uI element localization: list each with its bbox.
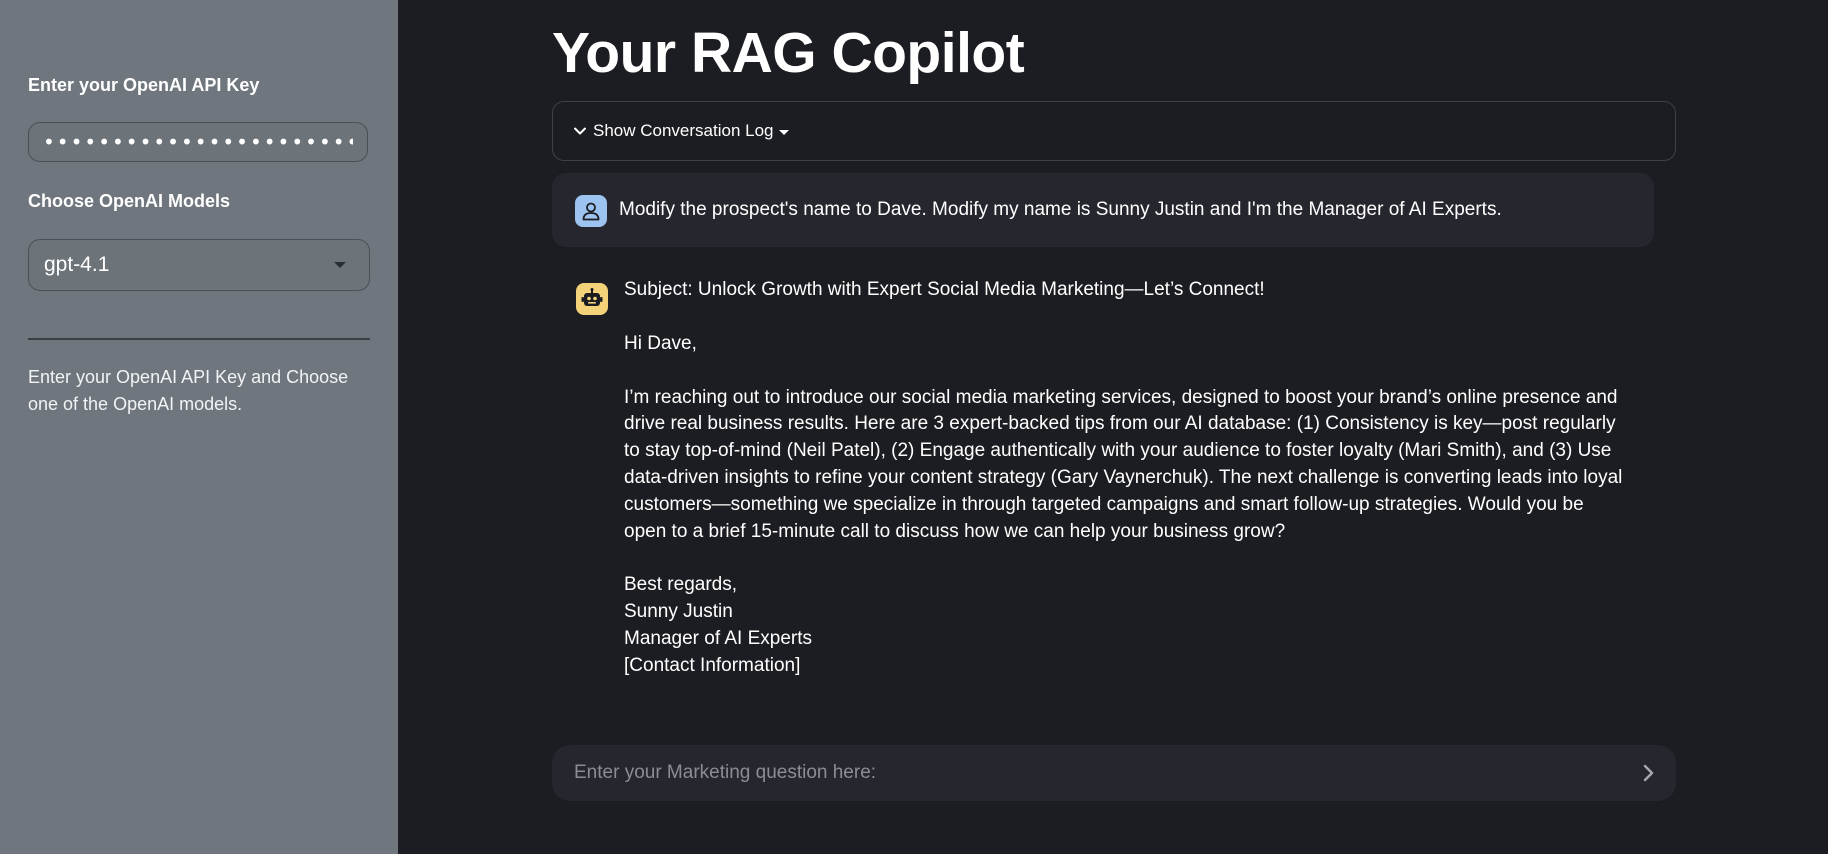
assistant-signature-name: Sunny Justin: [624, 601, 733, 623]
chat-input[interactable]: [552, 745, 1612, 801]
assistant-body: I’m reaching out to introduce our social…: [624, 386, 1623, 542]
chevron-right-icon: [1643, 764, 1654, 782]
model-select[interactable]: gpt-4.1: [28, 239, 370, 291]
assistant-subject: Subject: Unlock Growth with Expert Socia…: [624, 279, 1265, 300]
chat-input-bar: [552, 745, 1676, 801]
api-key-input[interactable]: [28, 122, 368, 162]
model-select-value: gpt-4.1: [44, 253, 110, 276]
sidebar: Enter your OpenAI API Key Choose OpenAI …: [0, 0, 398, 854]
expander-label: Show Conversation Log: [593, 121, 774, 140]
sidebar-divider: [28, 338, 370, 340]
model-label: Choose OpenAI Models: [28, 191, 231, 211]
caret-down-icon: [334, 262, 346, 268]
sidebar-help-text: Enter your OpenAI API Key and Choose one…: [28, 367, 349, 414]
user-message: Modify the prospect's name to Dave. Modi…: [552, 173, 1654, 247]
page-title: Your RAG Copilot: [552, 21, 1025, 85]
assistant-signature-title: Manager of AI Experts: [624, 627, 812, 649]
user-message-text: Modify the prospect's name to Dave. Modi…: [619, 199, 1502, 220]
assistant-message: Subject: Unlock Growth with Expert Socia…: [624, 277, 1624, 680]
chevron-down-icon: [574, 127, 586, 135]
send-button[interactable]: [1634, 759, 1662, 787]
assistant-closing: Best regards,: [624, 574, 737, 596]
api-key-label: Enter your OpenAI API Key: [28, 75, 260, 95]
user-icon: [575, 195, 607, 227]
caret-down-icon: [778, 129, 789, 135]
assistant-signature-contact: [Contact Information]: [624, 654, 801, 676]
conversation-log-expander[interactable]: Show Conversation Log: [552, 101, 1676, 161]
robot-icon: [576, 283, 608, 315]
assistant-greeting: Hi Dave,: [624, 332, 697, 354]
